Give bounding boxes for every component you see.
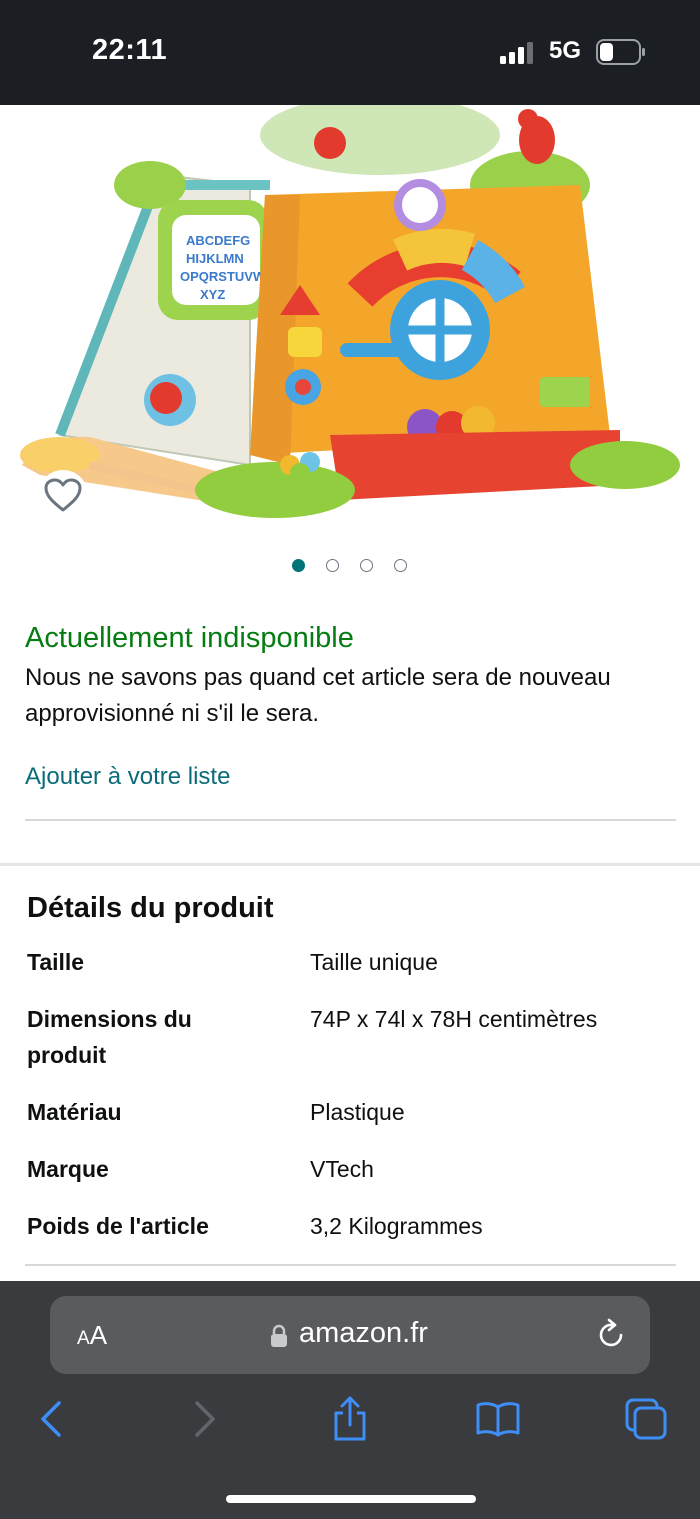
svg-text:XYZ: XYZ xyxy=(200,287,225,302)
text-size-button[interactable]: AA xyxy=(77,1320,107,1351)
carousel-dot-2[interactable] xyxy=(326,559,339,572)
detail-label-weight: Poids de l'article xyxy=(27,1213,209,1239)
detail-label-size: Taille xyxy=(27,949,85,975)
url-text[interactable]: amazon.fr xyxy=(299,1317,428,1350)
status-time: 22:11 xyxy=(92,34,168,66)
back-icon[interactable] xyxy=(28,1395,76,1443)
home-indicator xyxy=(226,1495,476,1503)
detail-label-material: Matériau xyxy=(27,1099,122,1125)
carousel-dot-3[interactable] xyxy=(360,559,373,572)
svg-text:OPQRSTUVW: OPQRSTUVW xyxy=(180,269,266,284)
network-label: 5G xyxy=(549,37,582,64)
detail-value-brand: VTech xyxy=(310,1156,374,1182)
text-size-small-label: A xyxy=(77,1328,90,1349)
share-icon[interactable] xyxy=(326,1395,374,1443)
reload-icon[interactable] xyxy=(596,1318,626,1350)
product-image[interactable]: ABCDEFG HIJKLMN OPQRSTUVW XYZ xyxy=(0,105,700,530)
carousel-dot-4[interactable] xyxy=(394,559,407,572)
toy-illustration: ABCDEFG HIJKLMN OPQRSTUVW XYZ xyxy=(20,105,680,518)
detail-label-brand: Marque xyxy=(27,1156,109,1182)
detail-value-weight: 3,2 Kilogrammes xyxy=(310,1213,483,1239)
add-to-list-link[interactable]: Ajouter à votre liste xyxy=(25,763,230,791)
detail-label-dimensions: Dimensions du produit xyxy=(27,1006,192,1068)
text-size-large-label: A xyxy=(89,1320,108,1350)
divider xyxy=(25,1264,676,1266)
svg-text:HIJKLMN: HIJKLMN xyxy=(186,251,244,266)
favorite-button[interactable] xyxy=(38,470,88,520)
detail-value-dimensions: 74P x 74l x 78H centimètres xyxy=(310,1006,598,1032)
signal-bars-icon xyxy=(500,42,533,64)
svg-text:ABCDEFG: ABCDEFG xyxy=(186,233,250,248)
detail-value-size: Taille unique xyxy=(310,949,438,975)
carousel-dot-1[interactable] xyxy=(292,559,305,572)
status-bar: 22:11 5G xyxy=(0,0,700,105)
tabs-icon[interactable] xyxy=(622,1395,670,1443)
image-carousel-dots xyxy=(0,557,700,577)
section-divider xyxy=(0,863,700,866)
bookmarks-icon[interactable] xyxy=(474,1395,522,1443)
details-title: Détails du produit xyxy=(27,892,274,924)
divider xyxy=(25,819,676,821)
availability-status: Actuellement indisponible xyxy=(25,622,354,654)
lock-icon xyxy=(271,1324,287,1347)
heart-outline-icon xyxy=(44,478,82,512)
battery-icon xyxy=(596,39,645,65)
availability-message: Nous ne savons pas quand cet article ser… xyxy=(25,664,611,727)
forward-icon[interactable] xyxy=(180,1395,228,1443)
detail-value-material: Plastique xyxy=(310,1099,405,1125)
